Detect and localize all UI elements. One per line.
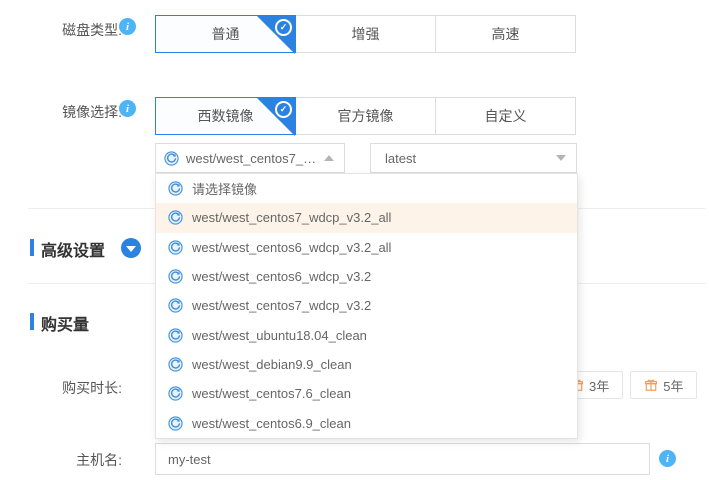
server-purchase-form: 磁盘类型: i 普通 ✓ 增强 ✓ 高速 ✓ 镜像选择: i 西数镜像 ✓ 官方… [0,0,709,480]
image-option-label: west/west_centos6_wdcp_v3.2_all [192,240,391,255]
image-option[interactable]: 请选择镜像 [156,174,577,203]
image-disc-icon [164,151,179,166]
tab-label: 官方镜像 [338,106,394,126]
tab-option[interactable]: 普通 ✓ [155,15,296,53]
duration-option-label: 5年 [663,376,683,395]
image-option[interactable]: west/west_centos6_wdcp_v3.2 [156,262,577,291]
image-source-info-icon[interactable]: i [119,100,136,117]
image-option-label: west/west_centos6.9_clean [192,416,351,431]
image-option[interactable]: west/west_centos6.9_clean [156,408,577,437]
tab-label: 增强 [352,24,380,44]
tab-option[interactable]: 自定义 ✓ [435,97,576,135]
image-disc-icon [168,210,183,225]
hostname-input[interactable] [155,443,650,475]
image-option-label: west/west_centos7_wdcp_v3.2 [192,298,371,313]
chevron-up-icon [324,155,334,161]
chevron-down-icon [126,246,136,252]
image-option[interactable]: west/west_centos6_wdcp_v3.2_all [156,233,577,262]
image-select[interactable]: west/west_centos7_wdcp... [155,143,345,173]
image-disc-icon [168,298,183,313]
image-disc-icon [168,357,183,372]
image-select-value: west/west_centos7_wdcp... [186,151,318,166]
image-disc-icon [168,416,183,431]
version-select[interactable]: latest [370,143,577,173]
hostname-label: 主机名: [0,450,122,470]
image-source-label: 镜像选择: [0,102,122,122]
image-option[interactable]: west/west_centos7_wdcp_v3.2_all [156,203,577,232]
check-icon: ✓ [275,19,292,36]
tab-label: 自定义 [485,106,527,126]
image-option-label: west/west_ubuntu18.04_clean [192,328,367,343]
image-option[interactable]: west/west_centos7_wdcp_v3.2 [156,291,577,320]
duration-option-button[interactable]: 5年 [630,371,697,399]
image-option-label: west/west_centos7_wdcp_v3.2_all [192,210,391,225]
advanced-settings-toggle[interactable] [121,238,141,258]
tab-option[interactable]: 西数镜像 ✓ [155,97,296,135]
image-option[interactable]: west/west_ubuntu18.04_clean [156,320,577,349]
image-option-label: west/west_centos6_wdcp_v3.2 [192,269,371,284]
tab-label: 普通 [212,24,240,44]
tab-option[interactable]: 高速 ✓ [435,15,576,53]
image-option-label: 请选择镜像 [192,179,257,198]
duration-option-label: 3年 [589,376,609,395]
hostname-info-icon[interactable]: i [659,450,676,467]
image-disc-icon [168,386,183,401]
image-disc-icon [168,240,183,255]
disk-type-info-icon[interactable]: i [119,18,136,35]
tab-option[interactable]: 增强 ✓ [295,15,436,53]
image-option-label: west/west_centos7.6_clean [192,386,351,401]
version-select-value: latest [385,151,416,166]
image-disc-icon [168,269,183,284]
section-accent-bar [30,313,34,330]
image-disc-icon [168,328,183,343]
check-icon: ✓ [275,101,292,118]
section-accent-bar [30,239,34,256]
advanced-settings-title: 高级设置 [41,237,105,261]
image-dropdown-list: 请选择镜像 west/west_centos7_wdcp_v3.2_all we… [155,173,578,439]
image-source-tab-group: 西数镜像 ✓ 官方镜像 ✓ 自定义 ✓ [155,97,576,135]
image-disc-icon [168,181,183,196]
tab-label: 高速 [492,24,520,44]
disk-type-label: 磁盘类型: [0,20,122,40]
tab-label: 西数镜像 [198,106,254,126]
purchase-quantity-title: 购买量 [41,311,89,335]
duration-label: 购买时长: [0,378,122,398]
disk-type-tab-group: 普通 ✓ 增强 ✓ 高速 ✓ [155,15,576,53]
gift-icon [644,378,658,392]
image-option[interactable]: west/west_debian9.9_clean [156,350,577,379]
tab-option[interactable]: 官方镜像 ✓ [295,97,436,135]
image-option[interactable]: west/west_centos7.6_clean [156,379,577,408]
chevron-down-icon [556,155,566,161]
image-option-label: west/west_debian9.9_clean [192,357,352,372]
